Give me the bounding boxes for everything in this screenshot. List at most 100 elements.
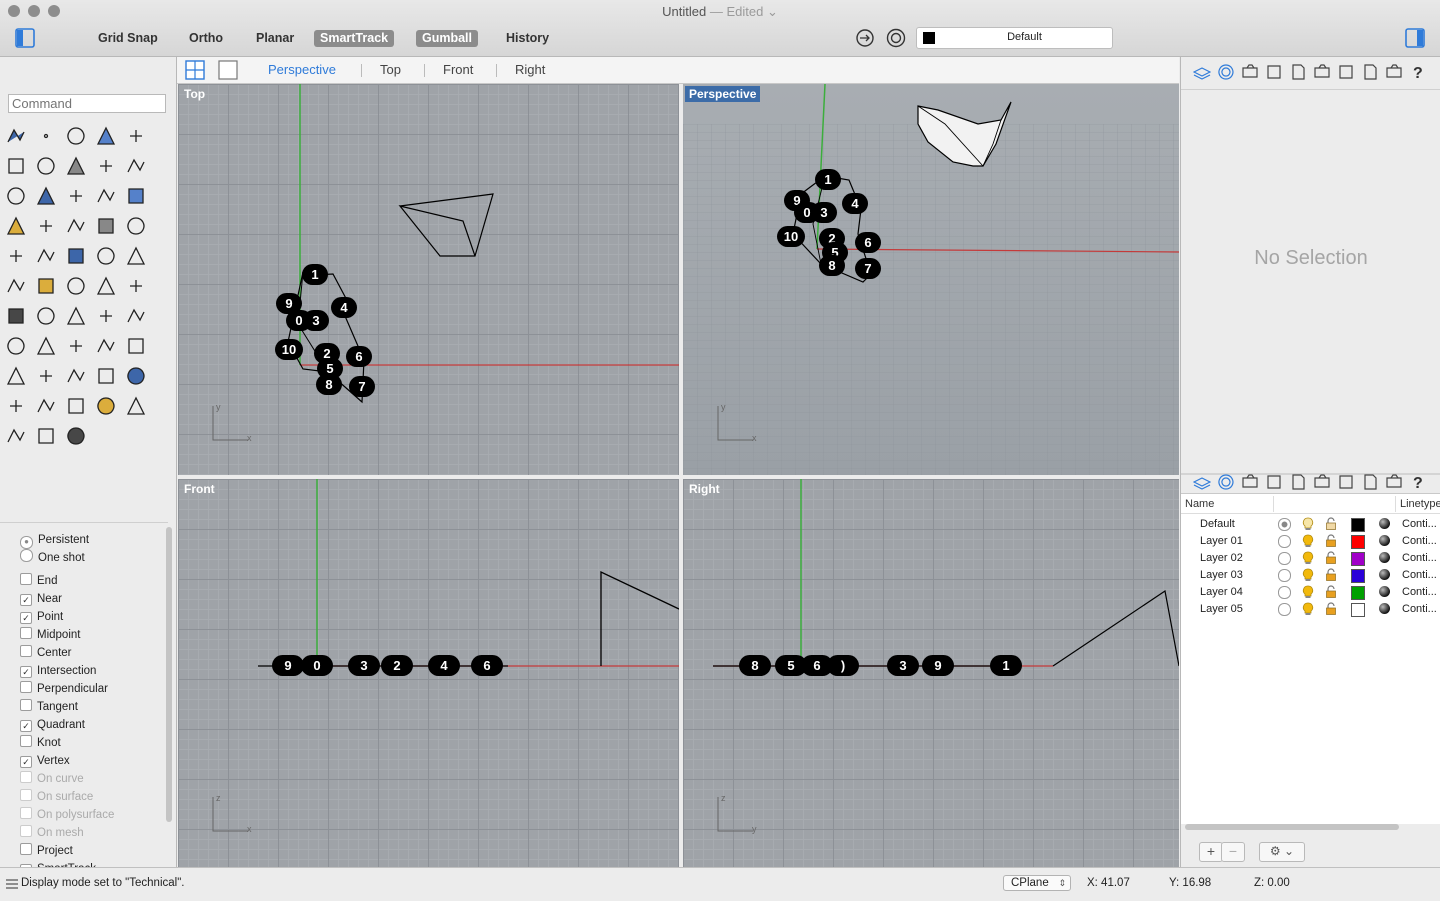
layer-color-swatch[interactable] [1351,518,1365,532]
point-marker[interactable]: 9 [272,655,304,676]
radio-empty-icon[interactable] [20,549,33,562]
viewport-label-perspective[interactable]: Perspective [685,86,761,102]
osnap-center[interactable]: Center [20,644,72,662]
current-layer-icon[interactable] [1278,518,1291,531]
layer-color-swatch[interactable] [1351,535,1365,549]
material-sphere-icon[interactable] [1379,518,1390,529]
page-tab-icon[interactable] [1241,63,1259,81]
car-icon[interactable] [34,364,58,388]
checkbox-empty-icon[interactable] [20,573,32,585]
osnap-intersection[interactable]: ✓ Intersection [20,662,96,680]
layer-name[interactable]: Layer 05 [1200,603,1243,615]
point-marker[interactable]: 8 [316,374,342,395]
circle-icon[interactable] [124,124,148,148]
checkbox-checked-icon[interactable]: ✓ [20,720,32,732]
osnap-perpendicular[interactable]: Perpendicular [20,680,108,698]
zoom-selected-icon[interactable] [124,334,148,358]
layer-linetype[interactable]: Conti... [1402,603,1437,615]
zoom-window-icon[interactable] [64,334,88,358]
command-history-icon[interactable] [5,878,19,890]
move-icon[interactable] [4,274,28,298]
osnap-project[interactable]: Project [20,842,73,860]
point-marker[interactable]: 7 [349,376,375,397]
layer-name[interactable]: Layer 01 [1200,535,1243,547]
osnap-mode-persistent[interactable]: ● Persistent [20,531,89,549]
layer-linetype[interactable]: Conti... [1402,586,1437,598]
layer-linetype[interactable]: Conti... [1402,518,1437,530]
layers-horizontal-scrollbar[interactable] [1185,824,1399,830]
material-sphere-icon[interactable] [1379,535,1390,546]
array-icon[interactable] [4,304,28,328]
point-marker[interactable]: 4 [331,297,357,318]
bottom-camera-tab-icon[interactable] [1289,473,1307,491]
checkbox-empty-icon[interactable] [20,807,32,819]
bottom-help-icon[interactable]: ? [1409,473,1427,491]
bottom-box-view-icon[interactable] [1265,473,1283,491]
point-marker[interactable]: 1 [815,169,841,190]
properties-tab-icon[interactable] [1217,63,1235,81]
set-current-layer-icon[interactable] [1278,552,1291,565]
arc-icon[interactable] [34,154,58,178]
analyze-icon[interactable] [64,304,88,328]
checkbox-empty-icon[interactable] [20,681,32,693]
toggle-grid-snap[interactable]: Grid Snap [92,30,164,47]
osnap-on-curve[interactable]: On curve [20,770,84,788]
bottom-sun-tab-icon[interactable] [1337,473,1355,491]
dimension-icon[interactable] [124,274,148,298]
box-view-icon[interactable] [1265,63,1283,81]
trim-icon[interactable] [64,214,88,238]
text-icon[interactable] [124,244,148,268]
osnap-mode-one-shot[interactable]: One shot [20,549,85,567]
texture-tab-icon[interactable] [1313,63,1331,81]
title-chevron-icon[interactable]: ⌄ [767,4,778,19]
toggle-planar[interactable]: Planar [250,30,300,47]
osnap-on-surface[interactable]: On surface [20,788,93,806]
tab-perspective[interactable]: Perspective [268,62,336,77]
point-marker[interactable]: 8 [739,655,771,676]
ellipse-icon[interactable] [4,154,28,178]
scale-icon[interactable] [94,274,118,298]
osnap-scrollbar[interactable] [166,527,172,822]
osnap-midpoint[interactable]: Midpoint [20,626,80,644]
padlock-icon[interactable] [1325,568,1337,581]
layer-row[interactable]: Layer 03 Conti... [1181,567,1440,584]
point-marker[interactable]: 9 [922,655,954,676]
cone-icon[interactable] [34,424,58,448]
point-marker[interactable]: 6 [471,655,503,676]
toggle-ortho[interactable]: Ortho [183,30,229,47]
layer-name-column-header[interactable]: Name [1185,498,1214,510]
checkbox-empty-icon[interactable] [20,735,32,747]
offset-icon[interactable] [94,244,118,268]
single-viewport-layout-icon[interactable] [218,60,238,80]
viewport-label-right[interactable]: Right [685,481,724,497]
help-icon[interactable]: ? [1409,63,1427,81]
checkbox-checked-icon[interactable]: ✓ [20,612,32,624]
bottom-layers-tab-icon[interactable] [1193,473,1211,491]
sun-tab-icon[interactable] [1337,63,1355,81]
align-icon[interactable] [34,304,58,328]
toggle-gumball[interactable]: Gumball [416,30,479,47]
point-marker[interactable]: 2 [381,655,413,676]
camera-icon[interactable] [94,364,118,388]
point-marker[interactable]: ) [827,655,859,676]
command-input[interactable] [8,94,166,113]
layer-row[interactable]: Layer 05 Conti... [1181,601,1440,618]
osnap-end[interactable]: End [20,572,57,590]
viewport-perspective[interactable]: Perspective y x 1 9 0 3 4 10 2 6 5 8 7 [683,84,1179,475]
toggle-sidebar-icon[interactable] [15,28,35,48]
osnap-on-polysurface[interactable]: On polysurface [20,806,114,824]
material-sphere-icon[interactable] [1379,586,1390,597]
point-marker[interactable]: 4 [842,193,868,214]
viewport-label-front[interactable]: Front [180,481,219,497]
light-bulb-icon[interactable] [1302,551,1314,565]
globe-icon[interactable] [124,394,148,418]
point-marker[interactable]: 10 [275,339,303,360]
checkbox-empty-icon[interactable] [20,843,32,855]
toggle-smarttrack[interactable]: SmartTrack [314,30,395,47]
light-bulb-icon[interactable] [124,364,148,388]
material-sphere-icon[interactable] [1379,569,1390,580]
lock-icon[interactable] [4,394,28,418]
fillet-icon[interactable] [64,244,88,268]
point-marker[interactable]: 1 [302,264,328,285]
viewport-top[interactable]: Top y x 1 9 4 0 3 10 2 6 5 8 7 [178,84,679,475]
